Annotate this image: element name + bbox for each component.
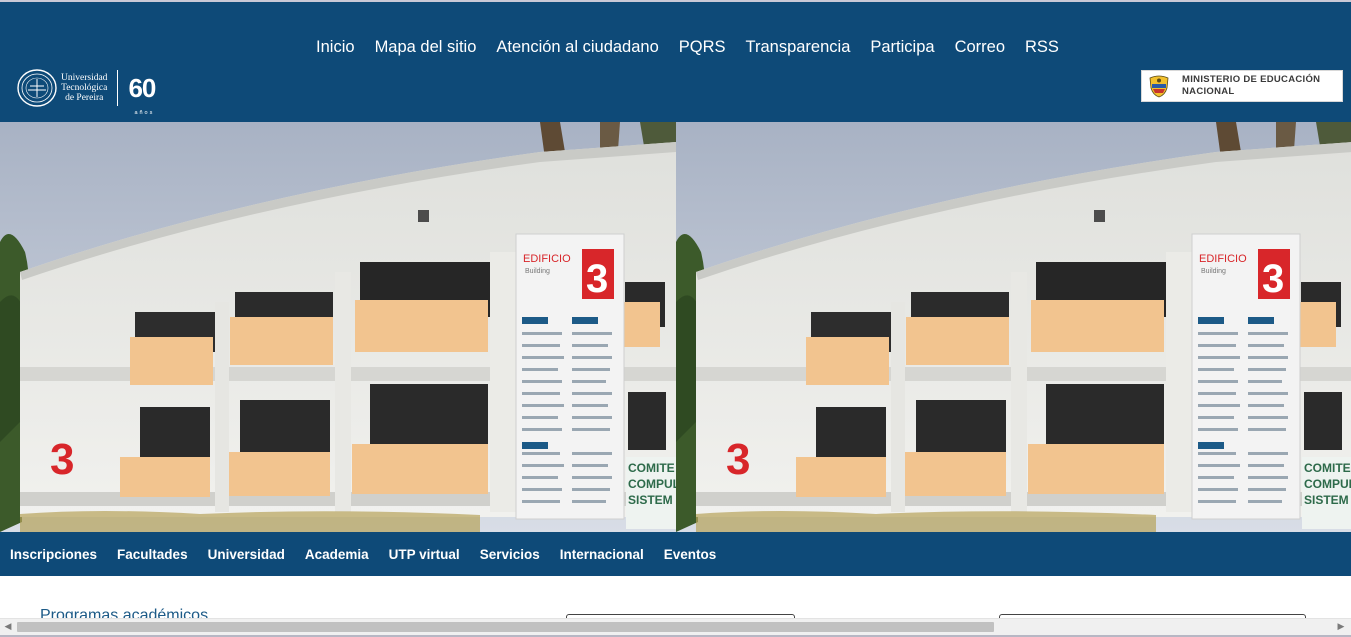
nav-inicio[interactable]: Inicio [316, 38, 355, 57]
scroll-left-icon[interactable]: ◀ [0, 619, 16, 635]
sign-subtitle: Building [525, 268, 550, 275]
section-navigation: Inscripciones Facultades Universidad Aca… [0, 532, 1351, 576]
subnav-servicios[interactable]: Servicios [480, 547, 540, 562]
horizontal-scrollbar[interactable]: ◀ ▶ [0, 618, 1351, 635]
subnav-academia[interactable]: Academia [305, 547, 369, 562]
ministry-line-1: MINISTERIO DE EDUCACIÓN [1182, 74, 1321, 85]
subnav-universidad[interactable]: Universidad [208, 547, 285, 562]
subnav-inscripciones[interactable]: Inscripciones [10, 547, 97, 562]
logo-divider [117, 70, 119, 106]
sign-number: 3 [586, 257, 608, 301]
utp-logo[interactable]: Universidad Tecnológica de Pereira 60 añ… [16, 68, 156, 116]
logo-line-1: Universidad [61, 73, 108, 83]
nav-pqrs[interactable]: PQRS [679, 38, 726, 57]
nav-atencion-al-ciudadano[interactable]: Atención al ciudadano [496, 38, 658, 57]
sign-title: EDIFICIO [523, 253, 571, 265]
building-photo: 3 EDIFICIO Building 3 COMITE COMPU SISTE… [0, 122, 676, 532]
hero-banner: 3 EDIFICIO Building 3 COMITE COMPU SISTE… [0, 122, 1351, 532]
subnav-utp-virtual[interactable]: UTP virtual [389, 547, 460, 562]
nav-correo[interactable]: Correo [955, 38, 1005, 57]
building-sign: EDIFICIO Building 3 [515, 233, 625, 520]
anniversary-mark: 60 años [128, 73, 156, 116]
anniversary-number: 60 [128, 73, 156, 103]
nav-rss[interactable]: RSS [1025, 38, 1059, 57]
subnav-facultades[interactable]: Facultades [117, 547, 188, 562]
logo-line-2: Tecnológica [61, 83, 108, 93]
building-photo-duplicate [676, 122, 1351, 532]
ministry-line-2: NACIONAL [1182, 86, 1235, 97]
scrollbar-thumb[interactable] [17, 622, 994, 632]
svg-text:COMPULS: COMPULS [628, 477, 676, 491]
subnav-eventos[interactable]: Eventos [664, 547, 717, 562]
scroll-right-icon[interactable]: ▶ [1333, 619, 1349, 635]
svg-text:COMITE: COMITE [628, 461, 675, 475]
top-navigation: Inicio Mapa del sitio Atención al ciudad… [0, 38, 1351, 57]
svg-text:3: 3 [50, 435, 74, 484]
page: Inicio Mapa del sitio Atención al ciudad… [0, 0, 1351, 637]
ministry-logo[interactable]: MINISTERIO DE EDUCACIÓN NACIONAL [1141, 70, 1343, 102]
ministry-name: MINISTERIO DE EDUCACIÓN NACIONAL [1182, 74, 1320, 98]
logo-wordmark: Universidad Tecnológica de Pereira [61, 73, 107, 103]
comite-banner: COMITE COMPULS SISTEM [626, 457, 676, 529]
nav-participa[interactable]: Participa [870, 38, 934, 57]
svg-text:SISTEM: SISTEM [628, 493, 673, 507]
colombia-coat-of-arms-icon [1149, 75, 1169, 98]
site-header: Inicio Mapa del sitio Atención al ciudad… [0, 2, 1351, 122]
logo-line-3: de Pereira [65, 93, 104, 103]
university-seal-icon [17, 69, 57, 107]
nav-transparencia[interactable]: Transparencia [746, 38, 851, 57]
content-area: Programas académicos [0, 576, 1351, 620]
subnav-internacional[interactable]: Internacional [560, 547, 644, 562]
nav-mapa-del-sitio[interactable]: Mapa del sitio [375, 38, 477, 57]
